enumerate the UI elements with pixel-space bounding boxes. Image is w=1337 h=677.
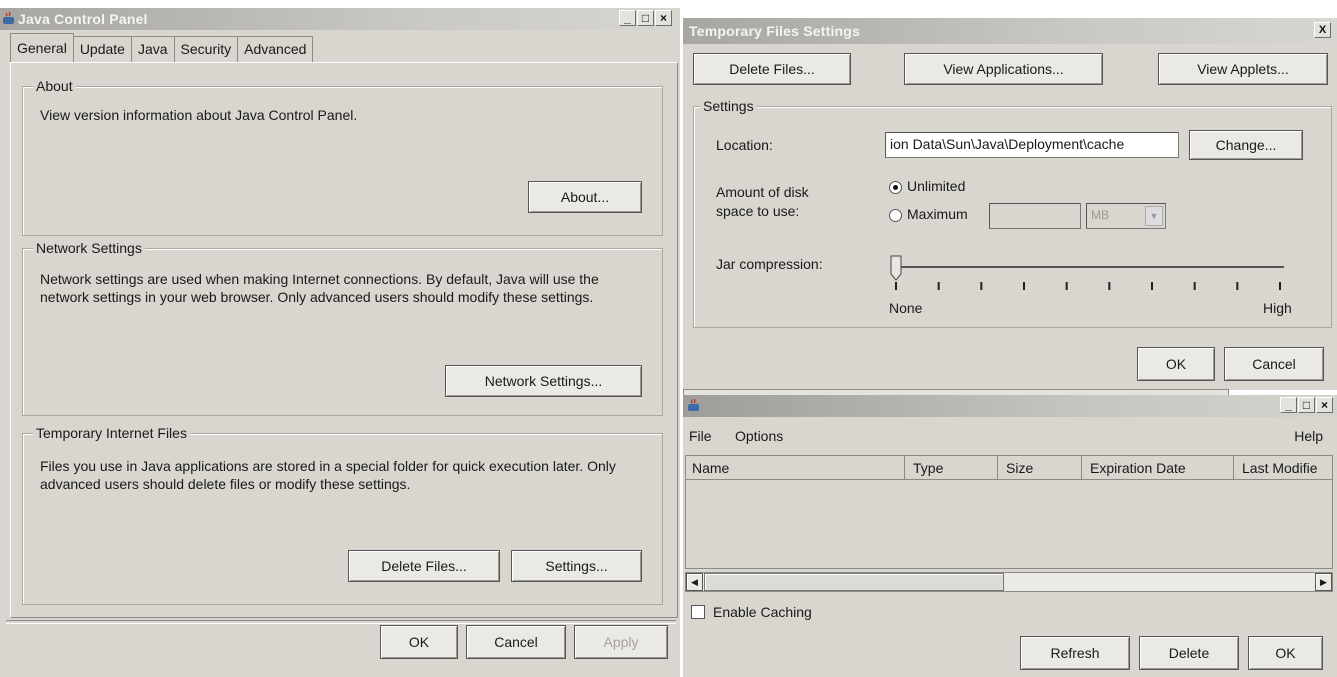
delete-files-button[interactable]: Delete Files... <box>348 550 500 582</box>
menu-file[interactable]: File <box>689 428 712 444</box>
control-panel-tabs: General Update Java Security Advanced <box>10 33 314 62</box>
chevron-down-icon: ▼ <box>1145 206 1163 226</box>
minimize-icon[interactable]: _ <box>1280 397 1297 413</box>
temp-files-text: Files you use in Java applications are s… <box>40 458 616 492</box>
cache-table: Name Type Size Expiration Date Last Modi… <box>685 455 1333 569</box>
view-applets-button[interactable]: View Applets... <box>1158 53 1328 85</box>
close-icon[interactable]: × <box>1316 397 1333 413</box>
view-applications-button[interactable]: View Applications... <box>904 53 1103 85</box>
slider-min-label: None <box>889 300 923 316</box>
applet-cache-titlebar[interactable]: _ □ × <box>683 395 1337 417</box>
applet-cache-ok-button[interactable]: OK <box>1248 636 1323 670</box>
jar-compression-slider[interactable] <box>888 254 1298 298</box>
tab-general[interactable]: General <box>10 33 74 62</box>
cancel-button[interactable]: Cancel <box>466 625 566 659</box>
unit-select-value: MB <box>1091 208 1109 222</box>
settings-button[interactable]: Settings... <box>511 550 642 582</box>
unlimited-radio[interactable] <box>889 181 902 194</box>
maximize-icon[interactable]: □ <box>1298 397 1315 413</box>
about-text: View version information about Java Cont… <box>40 107 358 123</box>
slider-max-label: High <box>1263 300 1292 316</box>
maximize-icon[interactable]: □ <box>637 10 654 26</box>
temp-files-legend: Temporary Internet Files <box>33 425 190 441</box>
scrollbar-thumb[interactable] <box>704 573 1004 591</box>
location-label: Location: <box>716 137 773 153</box>
temp-settings-ok-button[interactable]: OK <box>1137 347 1215 381</box>
column-header-name[interactable]: Name <box>686 456 905 480</box>
java-app-icon <box>688 399 699 411</box>
delete-button[interactable]: Delete <box>1139 636 1239 670</box>
temp-files-settings-window: Temporary Files Settings X Delete Files.… <box>683 18 1337 390</box>
unit-select[interactable]: MB ▼ <box>1086 203 1166 229</box>
tab-java[interactable]: Java <box>130 36 175 62</box>
network-text: Network settings are used when making In… <box>40 271 599 305</box>
tab-security[interactable]: Security <box>173 36 239 62</box>
maximum-label: Maximum <box>907 206 968 222</box>
ok-button[interactable]: OK <box>380 625 458 659</box>
column-header-type[interactable]: Type <box>905 456 998 480</box>
apply-button[interactable]: Apply <box>574 625 668 659</box>
location-field[interactable]: ion Data\Sun\Java\Deployment\cache <box>885 132 1179 158</box>
slider-thumb[interactable] <box>890 255 902 281</box>
applet-cache-viewer-window: _ □ × File Options Help Name Type Size E… <box>683 395 1337 677</box>
disk-space-label-line1: Amount of disk <box>716 184 809 200</box>
java-app-icon <box>3 12 14 24</box>
change-button[interactable]: Change... <box>1189 130 1303 160</box>
refresh-button[interactable]: Refresh <box>1020 636 1130 670</box>
menu-help[interactable]: Help <box>1294 428 1323 444</box>
network-settings-button[interactable]: Network Settings... <box>445 365 642 397</box>
footer-divider <box>6 620 676 624</box>
minimize-icon[interactable]: _ <box>619 10 636 26</box>
java-control-panel-window: Java Control Panel _ □ × General Update … <box>0 8 680 677</box>
maximum-radio[interactable] <box>889 209 902 222</box>
jar-compression-label: Jar compression: <box>716 256 823 272</box>
scroll-right-icon[interactable]: ▶ <box>1315 573 1332 591</box>
column-header-size[interactable]: Size <box>998 456 1082 480</box>
about-button[interactable]: About... <box>528 181 642 213</box>
disk-space-label-line2: space to use: <box>716 203 800 219</box>
network-legend: Network Settings <box>33 240 145 256</box>
maximum-size-field[interactable] <box>989 203 1081 229</box>
control-panel-titlebar[interactable]: Java Control Panel _ □ × <box>0 8 680 30</box>
enable-caching-checkbox[interactable] <box>691 605 705 619</box>
temp-settings-cancel-button[interactable]: Cancel <box>1224 347 1324 381</box>
temp-settings-title: Temporary Files Settings <box>689 23 861 39</box>
unlimited-label: Unlimited <box>907 178 966 194</box>
control-panel-title: Java Control Panel <box>18 11 148 27</box>
temp-settings-titlebar[interactable]: Temporary Files Settings X <box>683 18 1337 44</box>
enable-caching-label: Enable Caching <box>713 604 812 620</box>
column-header-last-modified[interactable]: Last Modifie <box>1234 456 1332 480</box>
scroll-left-icon[interactable]: ◀ <box>686 573 703 591</box>
column-header-expiration-date[interactable]: Expiration Date <box>1082 456 1234 480</box>
about-legend: About <box>33 78 76 94</box>
tab-advanced[interactable]: Advanced <box>237 36 314 62</box>
close-icon[interactable]: × <box>655 10 672 26</box>
tab-update[interactable]: Update <box>72 36 132 62</box>
delete-files-button[interactable]: Delete Files... <box>693 53 851 85</box>
menu-options[interactable]: Options <box>735 428 783 444</box>
horizontal-scrollbar[interactable]: ◀ ▶ <box>685 572 1333 592</box>
settings-legend: Settings <box>700 98 757 114</box>
close-icon[interactable]: X <box>1314 22 1331 38</box>
menu-bar: File Options Help <box>683 420 1337 444</box>
